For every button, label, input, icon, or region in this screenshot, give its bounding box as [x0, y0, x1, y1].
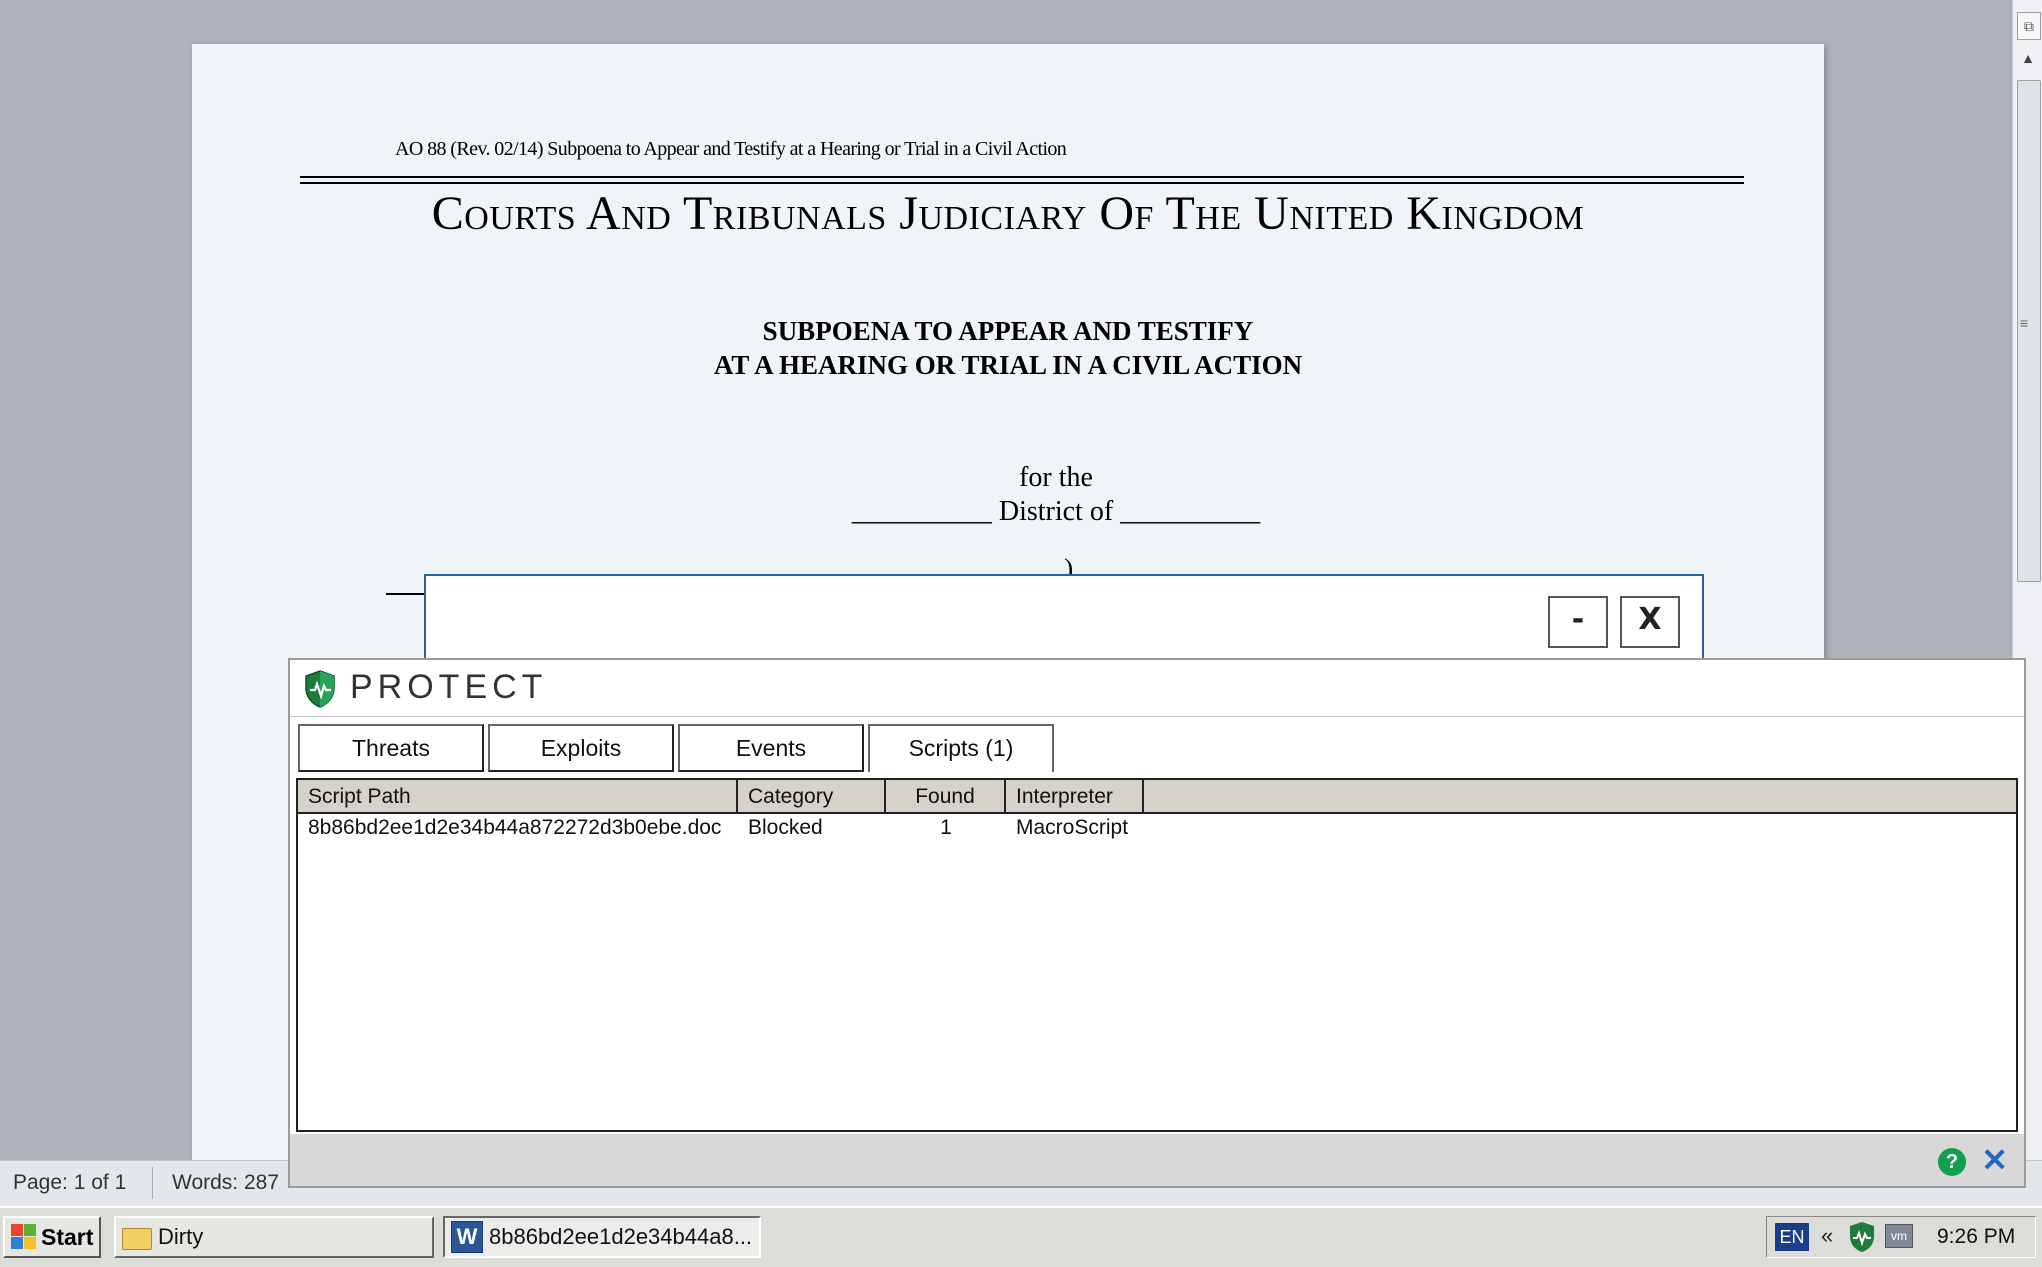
header-rule [300, 182, 1744, 184]
split-view-icon[interactable]: ⧉ [2017, 12, 2041, 40]
for-the-text: for the [1019, 462, 1093, 493]
court-name: Courts And Tribunals Judiciary Of The Un… [431, 187, 1585, 240]
protect-brand: PROTECT [350, 668, 548, 706]
form-code: AO 88 (Rev. 02/14) Subpoena to Appear an… [395, 138, 1067, 160]
protect-tabs: Threats Exploits Events Scripts (1) [298, 724, 1058, 774]
help-icon[interactable]: ? [1938, 1148, 1966, 1176]
tray-expand-icon[interactable]: « [1821, 1223, 1833, 1249]
cell-script-path: 8b86bd2ee1d2e34b44a872272d3b0ebe.doc [308, 816, 722, 839]
vmware-tools-icon[interactable]: vm [1885, 1224, 1913, 1248]
scripts-table: Script Path Category Found Interpreter 8… [296, 778, 2018, 1132]
folder-icon [122, 1226, 152, 1250]
taskbar-item-label: 8b86bd2ee1d2e34b44a8... [489, 1224, 753, 1249]
protect-footer: ? ✕ [290, 1134, 2024, 1186]
taskbar: Start Dirty W 8b86bd2ee1d2e34b44a8... EN… [0, 1206, 2042, 1267]
shield-logo-icon [305, 670, 335, 708]
protect-dialog: PROTECT Threats Exploits Events Scripts … [288, 658, 2026, 1188]
subpoena-title-line2: AT A HEARING OR TRIAL IN A CIVIL ACTION [713, 350, 1303, 380]
windows-flag-icon [11, 1224, 37, 1250]
popup-close-button[interactable]: X [1620, 596, 1680, 648]
scrollbar-grip-icon: ≡ [2019, 315, 2029, 331]
start-label: Start [41, 1223, 94, 1250]
cell-found: 1 [940, 816, 952, 839]
tab-scripts[interactable]: Scripts (1) [868, 724, 1054, 772]
tab-events[interactable]: Events [678, 724, 864, 772]
page-count[interactable]: Page: 1 of 1 [13, 1171, 126, 1195]
tab-threats[interactable]: Threats [298, 724, 484, 772]
protect-header: PROTECT [290, 660, 2024, 717]
word-icon: W [451, 1221, 483, 1253]
subpoena-title-line1: SUBPOENA TO APPEAR AND TESTIFY [762, 316, 1254, 346]
word-count[interactable]: Words: 287 [172, 1171, 279, 1195]
taskbar-item-dirty[interactable]: Dirty [114, 1216, 434, 1258]
table-header: Script Path Category Found Interpreter [298, 780, 2016, 814]
taskbar-item-word-document[interactable]: W 8b86bd2ee1d2e34b44a8... [443, 1216, 761, 1258]
taskbar-item-label: Dirty [158, 1224, 204, 1249]
scrollbar-thumb[interactable] [2017, 80, 2041, 582]
column-category[interactable]: Category [738, 780, 886, 812]
column-found[interactable]: Found [886, 780, 1006, 812]
cell-interpreter: MacroScript [1016, 816, 1129, 839]
header-rule [300, 176, 1744, 178]
close-icon[interactable]: ✕ [1981, 1144, 2008, 1176]
clock[interactable]: 9:26 PM [1937, 1225, 2015, 1249]
district-line: __________ District of __________ [851, 496, 1261, 527]
popup-minimize-button[interactable]: - [1548, 596, 1608, 648]
status-separator [152, 1167, 153, 1199]
start-button[interactable]: Start [3, 1216, 101, 1258]
column-interpreter[interactable]: Interpreter [1006, 780, 1144, 812]
language-indicator[interactable]: EN [1775, 1223, 1809, 1251]
protect-tray-icon[interactable] [1849, 1221, 1875, 1253]
column-script-path[interactable]: Script Path [298, 780, 738, 812]
scroll-up-icon[interactable]: ▲ [2019, 50, 2037, 68]
party-line [386, 593, 426, 595]
tab-exploits[interactable]: Exploits [488, 724, 674, 772]
cell-category: Blocked [748, 816, 823, 839]
system-tray: EN « vm 9:26 PM [1766, 1216, 2036, 1258]
